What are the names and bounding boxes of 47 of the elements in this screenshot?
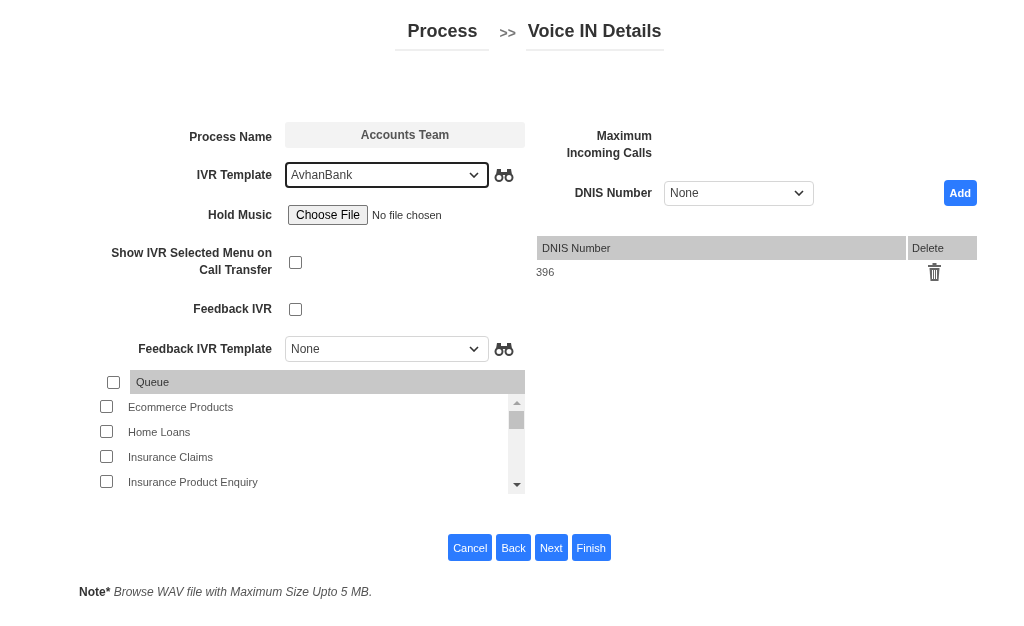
binoculars-icon[interactable] bbox=[494, 168, 514, 182]
select-all-checkbox[interactable] bbox=[107, 375, 120, 389]
scroll-down-icon[interactable] bbox=[512, 483, 521, 487]
column-header: Delete bbox=[908, 236, 977, 260]
dropdown-select[interactable]: None bbox=[285, 336, 489, 362]
dropdown-select[interactable]: AvhanBank bbox=[285, 162, 489, 188]
choose-file-button[interactable]: Choose File bbox=[288, 205, 369, 225]
field-label: Hold Music bbox=[208, 206, 272, 224]
queue-name: Insurance Claims bbox=[128, 450, 213, 463]
scrollbar-thumb[interactable] bbox=[509, 411, 524, 429]
add-button[interactable]: Add bbox=[943, 180, 977, 206]
field-label: DNIS Number bbox=[574, 184, 652, 202]
field-label: Feedback IVR Template bbox=[138, 340, 272, 358]
wizard-button[interactable]: Finish bbox=[571, 534, 611, 561]
checkbox[interactable] bbox=[289, 255, 302, 269]
field-label: Feedback IVR bbox=[193, 300, 272, 318]
field-label: IVR Template bbox=[196, 166, 272, 184]
queue-name: Insurance Product Enquiry bbox=[128, 475, 258, 488]
chevron-down-icon bbox=[469, 172, 479, 178]
breadcrumb-step: Voice IN Details bbox=[525, 21, 664, 51]
table-cell: 396 bbox=[536, 265, 555, 278]
checkbox[interactable] bbox=[100, 400, 113, 413]
wizard-button[interactable]: Back bbox=[496, 534, 531, 561]
column-header: Queue bbox=[130, 370, 525, 394]
checkbox[interactable] bbox=[100, 450, 113, 463]
checkbox[interactable] bbox=[100, 425, 113, 438]
field-label: Process Name bbox=[189, 129, 272, 146]
breadcrumb-separator: >> bbox=[499, 24, 516, 43]
scrollbar[interactable] bbox=[508, 394, 525, 494]
trash-icon[interactable] bbox=[928, 262, 941, 281]
field-label: Show IVR Selected Menu on Call Transfer bbox=[110, 245, 272, 279]
queue-name: Ecommerce Products bbox=[128, 400, 234, 413]
column-header: DNIS Number bbox=[537, 236, 906, 260]
note-text: Note* Browse WAV file with Maximum Size Upto 5 MB. bbox=[79, 585, 373, 599]
wizard-button[interactable]: Next bbox=[534, 534, 568, 561]
queue-name: Home Loans bbox=[128, 425, 191, 438]
wizard-button[interactable]: Cancel bbox=[448, 534, 493, 561]
dropdown-select[interactable]: None bbox=[664, 180, 814, 206]
field-label: Maximum Incoming Calls bbox=[565, 128, 652, 162]
breadcrumb-step: Process bbox=[395, 21, 490, 51]
binoculars-icon[interactable] bbox=[494, 342, 514, 356]
chevron-down-icon bbox=[794, 190, 804, 196]
chevron-down-icon bbox=[469, 346, 479, 352]
checkbox[interactable] bbox=[100, 475, 113, 488]
process-name-field: Accounts Team bbox=[285, 122, 525, 148]
file-status: No file chosen bbox=[372, 209, 442, 221]
checkbox[interactable] bbox=[289, 302, 302, 316]
